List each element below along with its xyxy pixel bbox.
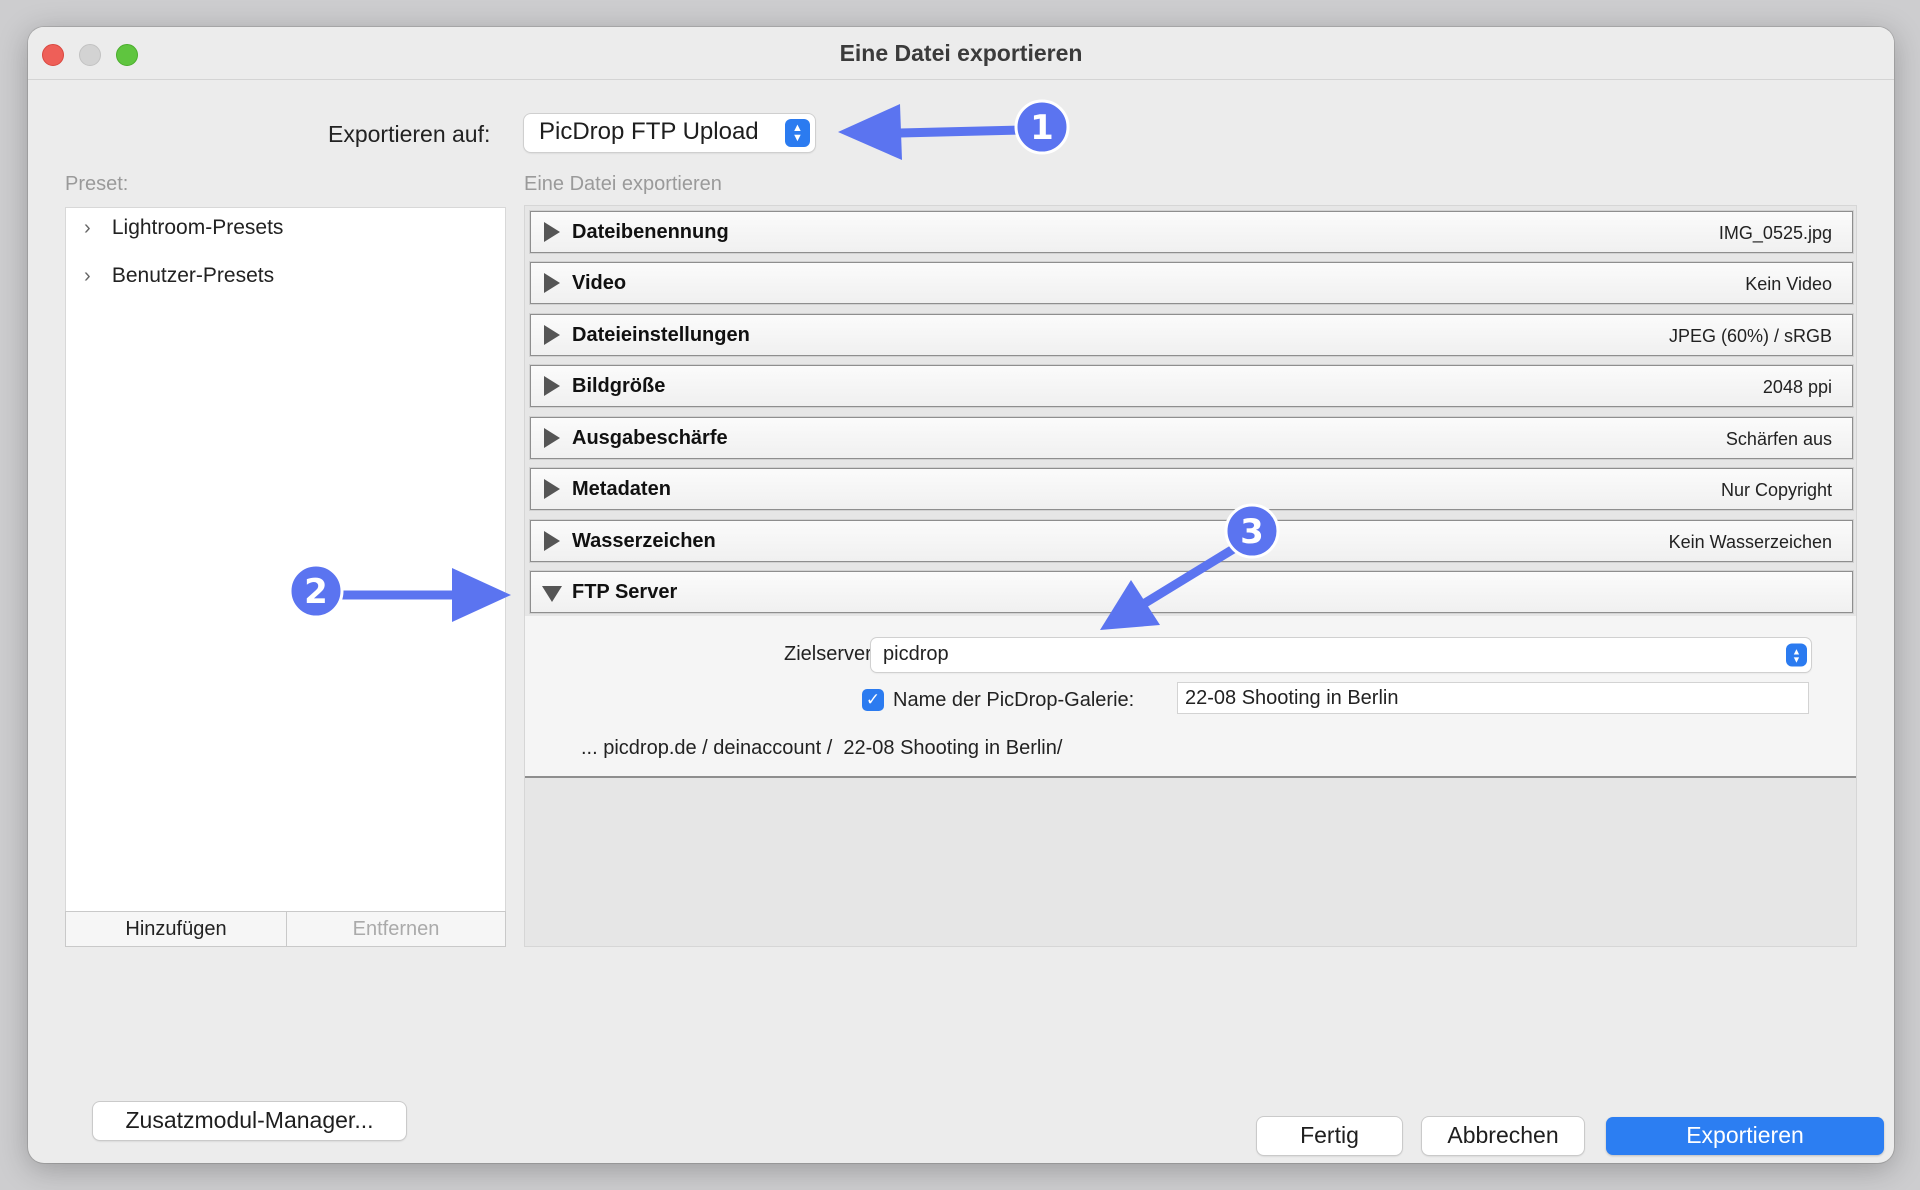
annotation-arrow-1: [895, 125, 1025, 138]
annotation-badge-3-label: 3: [1240, 512, 1264, 552]
annotation-badge-1-label: 1: [1030, 108, 1054, 148]
annotation-arrowhead-3: [1100, 580, 1160, 630]
annotation-arrow-3: [1140, 543, 1240, 608]
annotation-badge-2-label: 2: [304, 572, 328, 612]
annotation-arrowhead-1: [838, 104, 902, 160]
annotation-overlay: 1 2 3: [288, 99, 1280, 630]
annotation-arrowhead-2: [452, 568, 511, 622]
